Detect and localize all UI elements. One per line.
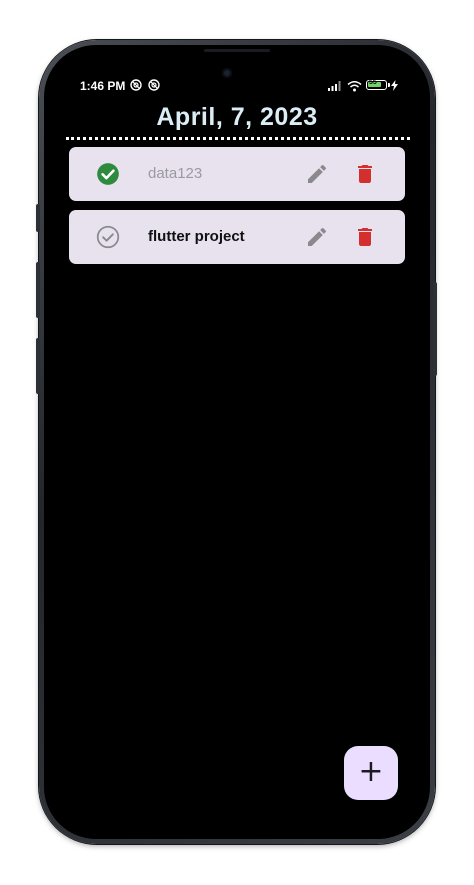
plus-icon: + (358, 754, 384, 789)
charging-icon (391, 80, 398, 91)
uncompleted-check-icon[interactable] (95, 224, 121, 250)
volume-up-button (36, 262, 40, 318)
status-bar: 1:46 PM 55 (44, 78, 430, 96)
silent-switch (36, 204, 40, 232)
add-task-button[interactable]: + (344, 746, 398, 800)
task-card[interactable]: data123 (69, 147, 405, 201)
task-label: data123 (148, 165, 203, 182)
home-indicator (194, 829, 280, 832)
edit-pencil-icon[interactable] (305, 225, 329, 249)
volume-down-button (36, 338, 40, 394)
page-title: April, 7, 2023 (156, 103, 318, 131)
wifi-icon (347, 81, 362, 92)
battery-icon: 55 (366, 79, 390, 90)
edit-pencil-icon[interactable] (305, 162, 329, 186)
signal-icon (328, 81, 341, 91)
delete-trash-icon[interactable] (353, 225, 377, 249)
dotted-divider (66, 137, 410, 140)
power-button (433, 282, 437, 376)
task-label: flutter project (148, 228, 245, 245)
earpiece (204, 49, 270, 52)
delete-trash-icon[interactable] (353, 162, 377, 186)
battery-level: 55 (369, 79, 377, 86)
front-camera (222, 68, 232, 78)
app-screen: 1:46 PM 55 April, 7, 2023 data123 flutte… (44, 45, 430, 839)
notification-icon (148, 79, 160, 91)
task-card[interactable]: flutter project (69, 210, 405, 264)
completed-check-icon[interactable] (95, 161, 121, 187)
notification-icon (130, 79, 142, 91)
status-time: 1:46 PM (80, 79, 126, 93)
